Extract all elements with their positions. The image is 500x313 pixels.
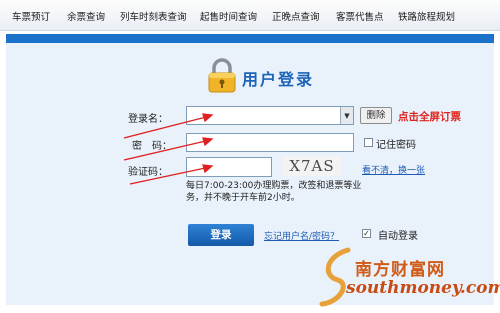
watermark-text: 南方财富网 xyxy=(355,260,445,280)
watermark-url: southmoney.com xyxy=(346,278,500,298)
watermark-logo-icon xyxy=(319,247,351,307)
